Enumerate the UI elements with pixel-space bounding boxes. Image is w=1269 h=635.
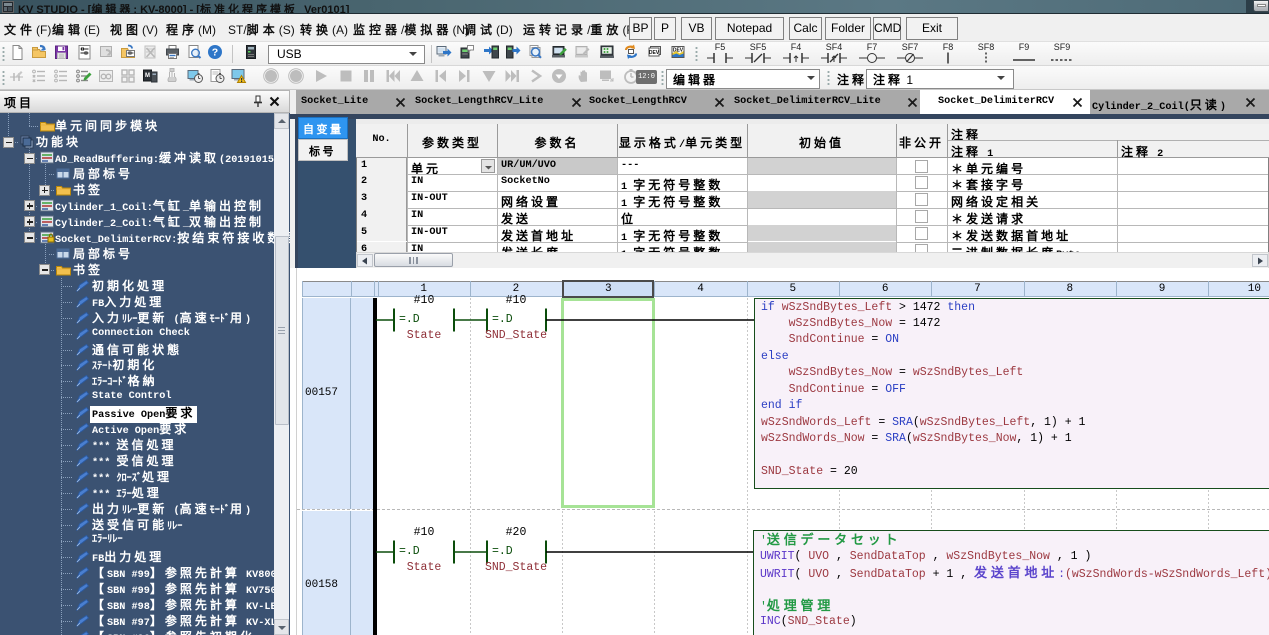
svg-text:DEV: DEV [673,48,684,54]
svg-text:?: ? [212,47,218,59]
svg-text:DEV: DEV [649,50,660,56]
svg-text:M: M [145,73,150,79]
